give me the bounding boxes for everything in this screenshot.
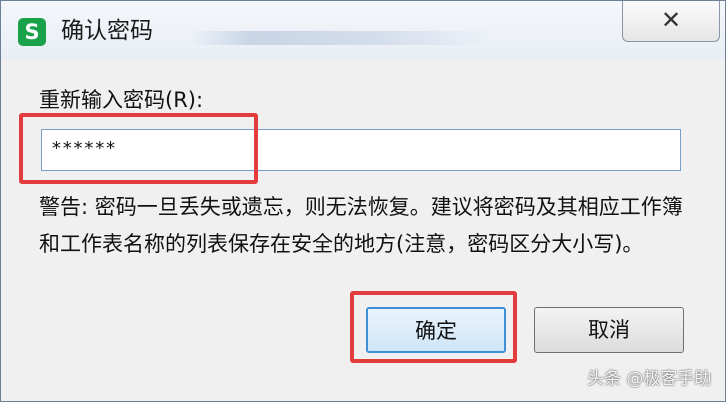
title-bar: S 确认密码 ✕ bbox=[1, 1, 725, 59]
confirm-password-dialog: S 确认密码 ✕ 重新输入密码(R): ****** 警告: 密码一旦丢失或遗忘… bbox=[0, 0, 726, 402]
warning-text: 警告: 密码一旦丢失或遗忘，则无法恢复。建议将密码及其相应工作簿和工作表名称的列… bbox=[39, 195, 683, 256]
watermark: 头条 @极客手助 bbox=[587, 369, 712, 389]
cancel-button[interactable]: 取消 bbox=[534, 307, 684, 353]
dialog-title: 确认密码 bbox=[61, 18, 153, 44]
close-icon: ✕ bbox=[660, 6, 682, 34]
highlight-box-ok bbox=[350, 291, 517, 363]
blurred-background-text bbox=[191, 31, 491, 45]
wps-spreadsheet-app-icon: S bbox=[18, 18, 46, 46]
highlight-box-password bbox=[19, 113, 258, 184]
close-button[interactable]: ✕ bbox=[622, 1, 720, 42]
reenter-password-label: 重新输入密码(R): bbox=[39, 88, 204, 112]
